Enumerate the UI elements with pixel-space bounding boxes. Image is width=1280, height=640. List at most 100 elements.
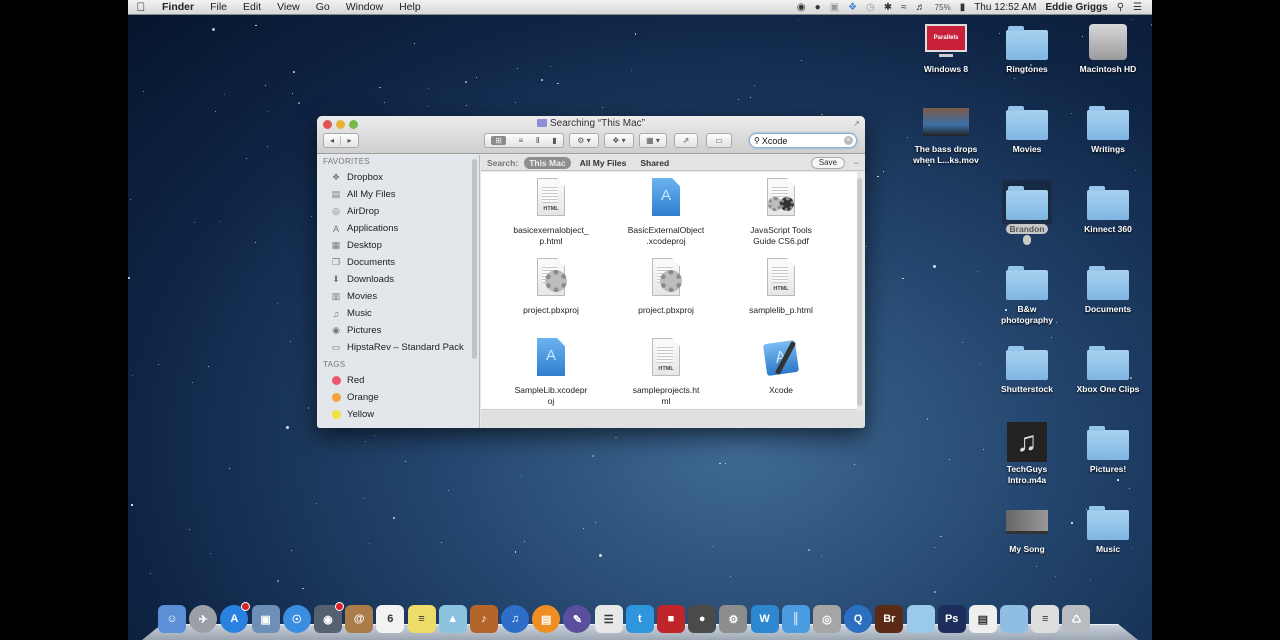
menu-edit[interactable]: Edit xyxy=(235,1,269,13)
column-view-button[interactable]: Ⅱ xyxy=(536,136,540,145)
record-icon[interactable]: ◉ xyxy=(797,2,806,13)
dock-garageband-icon[interactable]: ♪ xyxy=(469,605,498,633)
scope-shared[interactable]: Shared xyxy=(635,157,674,169)
sidebar-item-downloads[interactable]: ⬇ Downloads xyxy=(317,271,479,288)
share-button[interactable]: ⇗ xyxy=(674,133,698,148)
dock-script-editor-icon[interactable]: ✎ xyxy=(563,605,592,633)
menu-go[interactable]: Go xyxy=(308,1,338,13)
result-item[interactable]: JavaScript Tools Guide CS6.pdf xyxy=(726,178,836,247)
dock-maps-icon[interactable]: ▲ xyxy=(438,605,467,633)
sidebar-item-applications[interactable]: A Applications xyxy=(317,220,479,237)
dock-applications-folder-icon[interactable] xyxy=(906,605,935,633)
sidebar-item-documents[interactable]: ❐ Documents xyxy=(317,254,479,271)
battery-icon[interactable]: ▮ xyxy=(960,2,966,13)
sidebar-item-all-my-files[interactable]: ▤ All My Files xyxy=(317,186,479,203)
result-item[interactable]: A SampleLib.xcodepr oj xyxy=(496,338,606,407)
dock-ibooks-icon[interactable]: ▤ xyxy=(532,605,561,633)
tag-yellow[interactable]: Yellow xyxy=(317,406,479,423)
scope-this-mac[interactable]: This Mac xyxy=(524,156,571,169)
time-machine-icon[interactable]: ◷ xyxy=(866,2,875,13)
desktop-icon-brandon[interactable]: Brandon xyxy=(987,180,1067,246)
search-input[interactable]: Xcode xyxy=(762,136,788,146)
dock-system-preferences-icon[interactable]: ⚙ xyxy=(719,605,748,633)
battery-percent[interactable]: 75% xyxy=(935,3,951,12)
dock-safari-icon[interactable]: ☉ xyxy=(282,605,311,633)
dock-facetime-icon[interactable]: ◉ xyxy=(313,602,344,633)
sidebar-item-pictures[interactable]: ◉ Pictures xyxy=(317,322,479,339)
apple-icon[interactable]:  xyxy=(128,0,154,14)
dock-calendar-icon[interactable]: 6 xyxy=(376,605,405,633)
desktop-icon-windows-8[interactable]: Parallels Windows 8 xyxy=(906,22,986,75)
tag-orange[interactable]: Orange xyxy=(317,389,479,406)
desktop-icon-pictures-[interactable]: Pictures! xyxy=(1068,422,1148,475)
dock-contacts-icon[interactable]: @ xyxy=(345,605,374,633)
dock-document-icon[interactable]: ▤ xyxy=(968,605,997,633)
dock-bridge-icon[interactable]: Br xyxy=(875,605,904,633)
fullscreen-icon[interactable]: ↗ xyxy=(853,119,860,128)
dock-launchpad-icon[interactable]: ✈ xyxy=(189,605,218,633)
back-button[interactable]: ◂ xyxy=(324,136,342,145)
desktop-icon-writings[interactable]: Writings xyxy=(1068,102,1148,155)
dock-twitter-icon[interactable]: t xyxy=(625,605,654,633)
desktop-icon-shutterstock[interactable]: Shutterstock xyxy=(987,342,1067,395)
bluetooth-icon[interactable]: ✱ xyxy=(884,2,892,13)
clear-search-icon[interactable]: × xyxy=(844,136,853,145)
menu-window[interactable]: Window xyxy=(338,1,391,13)
desktop-icon-b-w[interactable]: B&w photography xyxy=(987,262,1067,326)
dock-recent-document-icon[interactable]: ≡ xyxy=(1031,605,1060,633)
result-item[interactable]: project.pbxproj xyxy=(496,258,606,316)
sidebar-item-desktop[interactable]: ▦ Desktop xyxy=(317,237,479,254)
menu-view[interactable]: View xyxy=(269,1,308,13)
sidebar-item-movies[interactable]: ▥ Movies xyxy=(317,288,479,305)
desktop-icon-techguys[interactable]: ♫ TechGuys Intro.m4a xyxy=(987,422,1067,486)
sidebar-item-airdrop[interactable]: ◎ AirDrop xyxy=(317,203,479,220)
sidebar-item-hipstarev-standard-pack[interactable]: ▭ HipstaRev – Standard Pack xyxy=(317,339,479,356)
dock-steam-icon[interactable]: ● xyxy=(688,605,717,633)
wifi-icon[interactable]: ≈ xyxy=(901,2,907,13)
result-item[interactable]: project.pbxproj xyxy=(611,258,721,316)
desktop-icon-music[interactable]: Music xyxy=(1068,502,1148,555)
tags-button[interactable]: ▭ xyxy=(706,133,732,148)
menu-app-finder[interactable]: Finder xyxy=(154,1,202,13)
search-icon[interactable]: ⚲ xyxy=(1117,2,1124,13)
forward-button[interactable]: ▸ xyxy=(341,136,358,145)
sidebar-scrollbar[interactable] xyxy=(472,159,477,359)
dock-app-store-icon[interactable]: A xyxy=(220,602,251,633)
desktop-icon-my-song[interactable]: My Song xyxy=(987,502,1067,555)
save-search-button[interactable]: Save xyxy=(810,157,845,169)
user-name[interactable]: Eddie Griggs xyxy=(1045,2,1107,13)
search-field[interactable]: ⚲ Xcode × xyxy=(749,133,857,148)
dock-itunes-icon[interactable]: ♫ xyxy=(501,605,530,633)
dock-photoshop-icon[interactable]: Ps xyxy=(937,605,966,633)
list-view-button[interactable]: ≡ xyxy=(519,136,524,145)
dock-downloads-folder-icon[interactable] xyxy=(1000,605,1029,633)
remove-criteria-button[interactable]: − xyxy=(854,158,859,168)
camera-icon[interactable]: ▣ xyxy=(830,2,839,13)
desktop-icon-kinnect-360[interactable]: Kinnect 360 xyxy=(1068,182,1148,235)
result-item[interactable]: HTML sampleprojects.ht ml xyxy=(611,338,721,407)
title-bar[interactable]: Searching “This Mac” ↗ ◂ ▸ ⊞ ≡ Ⅱ ▮ ⚙ ▾ ❖… xyxy=(317,116,865,154)
dock-disk-utility-icon[interactable]: ◎ xyxy=(812,605,841,633)
desktop-icon-ringtones[interactable]: Ringtones xyxy=(987,22,1067,75)
result-item[interactable]: A Xcode xyxy=(726,338,836,396)
dock-textedit-icon[interactable]: ☰ xyxy=(594,605,623,633)
sidebar-item-dropbox[interactable]: ❖ Dropbox xyxy=(317,169,479,186)
dropbox-icon[interactable]: ❖ xyxy=(848,2,857,13)
clock[interactable]: Thu 12:52 AM xyxy=(974,2,1036,13)
result-item[interactable]: HTML basicexernalobject_ p.html xyxy=(496,178,606,247)
icon-view-button[interactable]: ⊞ xyxy=(491,136,506,145)
results-scrollbar[interactable] xyxy=(857,178,862,406)
dock-photo-booth-icon[interactable]: ■ xyxy=(657,605,685,633)
result-item[interactable]: HTML samplelib_p.html xyxy=(726,258,836,316)
volume-icon[interactable]: ♬ xyxy=(916,2,926,13)
menu-help[interactable]: Help xyxy=(391,1,429,13)
tag-red[interactable]: Red xyxy=(317,372,479,389)
scope-all-my-files[interactable]: All My Files xyxy=(575,157,632,169)
desktop-icon-documents[interactable]: Documents xyxy=(1068,262,1148,315)
mustache-icon[interactable]: ● xyxy=(815,2,821,13)
desktop-icon-the-bass-drops[interactable]: The bass drops when L...ks.mov xyxy=(906,102,986,166)
dock-word-icon[interactable]: W xyxy=(750,605,779,633)
action-button[interactable]: ⚙ ▾ xyxy=(569,133,599,148)
dock-preview-icon[interactable]: ▣ xyxy=(251,605,280,633)
dock-notes-icon[interactable]: ≡ xyxy=(407,605,436,633)
